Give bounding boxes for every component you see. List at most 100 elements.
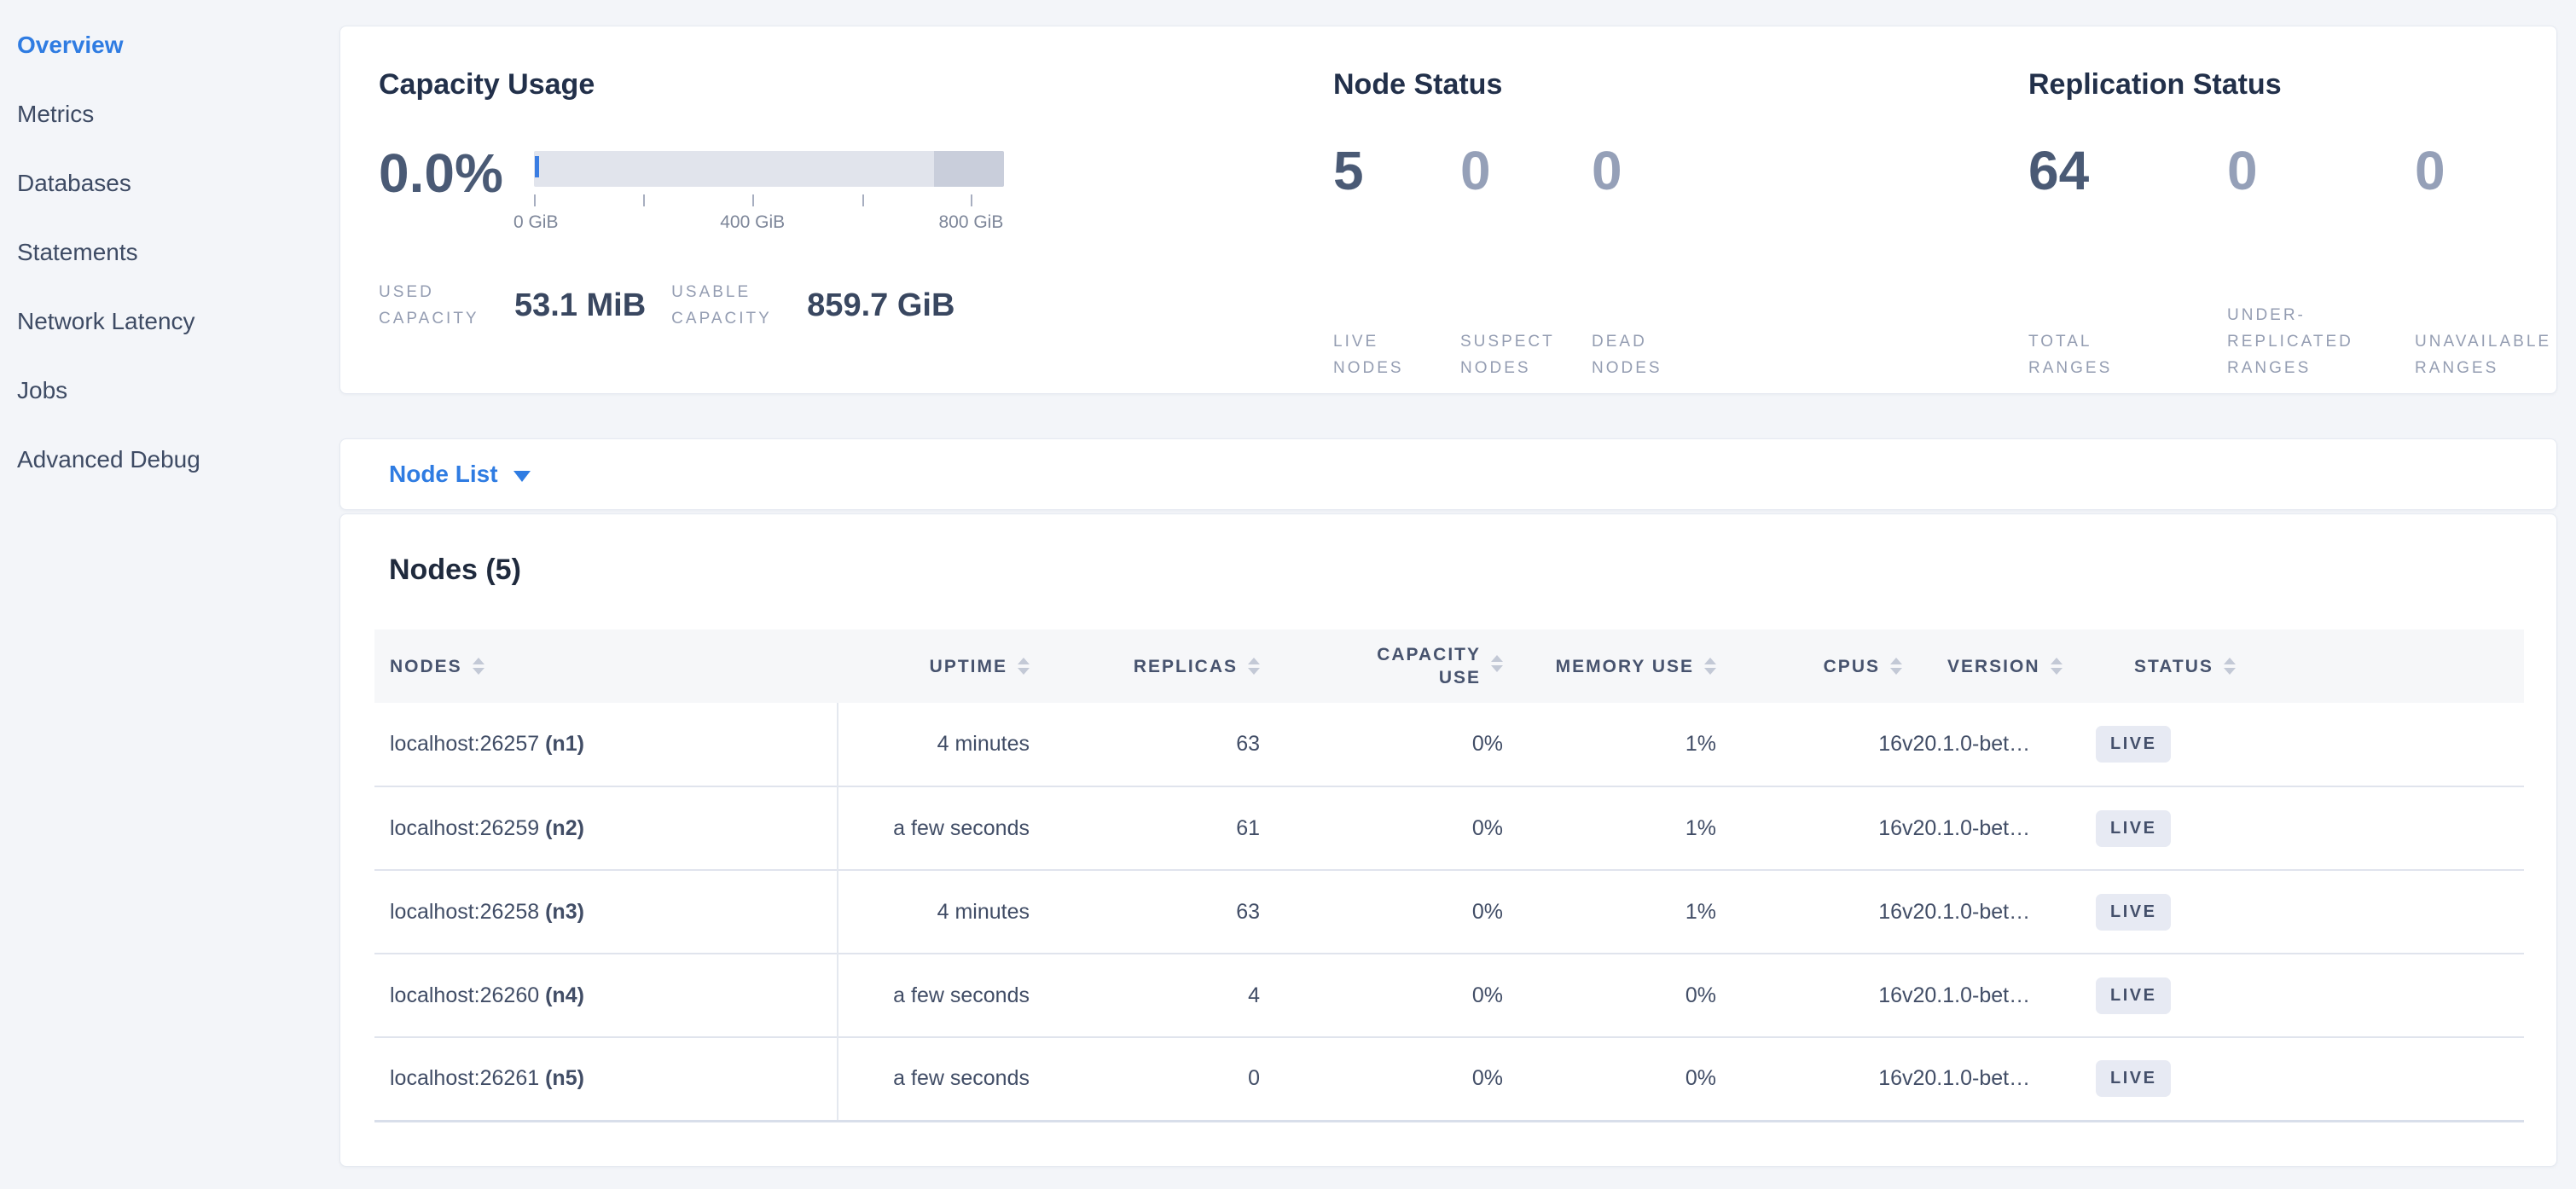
axis-tick-label-0: 0 GiB <box>513 212 559 233</box>
usable-capacity-label: USABLE CAPACITY <box>671 279 786 332</box>
sidebar: Overview Metrics Databases Statements Ne… <box>0 0 339 1189</box>
nodes-table: NODES UPTIME REPLICAS CAPACITY USE MEMOR <box>374 629 2524 1122</box>
column-header-memory-use[interactable]: MEMORY USE <box>1503 629 1716 703</box>
node-version: v20.1.0-bet… <box>1902 954 2096 1037</box>
axis-tick-label-400: 400 GiB <box>720 212 785 233</box>
node-list-dropdown[interactable]: Node List <box>389 461 531 488</box>
node-address: localhost:26259 <box>390 816 539 840</box>
capacity-bar-used-marker <box>535 156 539 177</box>
total-ranges-label: TOTAL RANGES <box>2028 328 2163 381</box>
live-nodes-stat: 5 LIVE NODES <box>1333 141 1457 381</box>
status-badge: LIVE <box>2096 810 2171 847</box>
column-header-status-label: STATUS <box>2134 655 2213 678</box>
node-version: v20.1.0-bet… <box>1902 703 2096 786</box>
node-memory-use: 0% <box>1503 1037 1716 1121</box>
column-header-memory-use-label: MEMORY USE <box>1556 655 1694 678</box>
capacity-bar <box>534 151 1004 187</box>
cluster-summary-card: Capacity Usage 0.0% <box>339 26 2557 394</box>
node-id: (n4) <box>545 983 584 1007</box>
under-replicated-ranges-stat: 0 UNDER-REPLICATED RANGES <box>2227 141 2415 381</box>
sidebar-item-advanced-debug[interactable]: Advanced Debug <box>0 425 339 494</box>
usable-capacity-value: 859.7 GiB <box>807 287 954 324</box>
sort-icon[interactable] <box>2051 658 2063 675</box>
node-list-dropdown-label: Node List <box>389 461 498 488</box>
sort-icon[interactable] <box>2224 658 2236 675</box>
node-address: localhost:26258 <box>390 900 539 924</box>
capacity-bar-usable-segment <box>534 151 934 187</box>
sort-icon[interactable] <box>1491 655 1503 672</box>
dead-nodes-label: DEAD NODES <box>1592 328 1694 381</box>
nodes-table-title: Nodes (5) <box>374 554 2522 587</box>
node-address: localhost:26257 <box>390 732 539 756</box>
sort-icon[interactable] <box>1248 658 1260 675</box>
node-replicas: 0 <box>1030 1037 1260 1121</box>
node-memory-use: 1% <box>1503 870 1716 954</box>
node-cpus: 16 <box>1716 954 1902 1037</box>
node-replicas: 63 <box>1030 703 1260 786</box>
used-capacity-value: 53.1 MiB <box>514 287 646 324</box>
table-row-node-5[interactable]: localhost:26261 (n5) a few seconds 0 0% … <box>374 1037 2524 1121</box>
node-capacity-use: 0% <box>1260 786 1503 870</box>
table-row-node-2[interactable]: localhost:26259 (n2) a few seconds 61 0%… <box>374 786 2524 870</box>
sort-icon[interactable] <box>1890 658 1902 675</box>
node-id: (n5) <box>545 1066 584 1090</box>
sidebar-item-databases[interactable]: Databases <box>0 148 339 218</box>
table-row-node-4[interactable]: localhost:26260 (n4) a few seconds 4 0% … <box>374 954 2524 1037</box>
sort-icon[interactable] <box>1704 658 1716 675</box>
capacity-used-percent: 0.0% <box>379 146 534 235</box>
sidebar-item-overview[interactable]: Overview <box>0 10 339 79</box>
column-header-cpus-label: CPUS <box>1824 655 1880 678</box>
sort-icon[interactable] <box>1018 658 1030 675</box>
suspect-nodes-label: SUSPECT NODES <box>1460 328 1563 381</box>
sidebar-item-metrics[interactable]: Metrics <box>0 79 339 148</box>
node-version: v20.1.0-bet… <box>1902 870 2096 954</box>
node-uptime: 4 minutes <box>838 703 1030 786</box>
used-capacity-stat: USED CAPACITY 53.1 MiB <box>379 279 646 332</box>
column-header-capacity-use[interactable]: CAPACITY USE <box>1260 629 1503 703</box>
sidebar-item-statements[interactable]: Statements <box>0 218 339 287</box>
table-row-node-3[interactable]: localhost:26258 (n3) 4 minutes 63 0% 1% … <box>374 870 2524 954</box>
node-cpus: 16 <box>1716 870 1902 954</box>
page: Overview Metrics Databases Statements Ne… <box>0 0 2576 1189</box>
sidebar-item-network-latency[interactable]: Network Latency <box>0 287 339 356</box>
table-row-node-1[interactable]: localhost:26257 (n1) 4 minutes 63 0% 1% … <box>374 703 2524 786</box>
unavailable-ranges-value: 0 <box>2415 141 2550 200</box>
total-ranges-stat: 64 TOTAL RANGES <box>2028 141 2227 381</box>
column-header-version-label: VERSION <box>1947 655 2040 678</box>
column-header-capacity-use-label: CAPACITY USE <box>1372 643 1481 689</box>
sidebar-item-jobs[interactable]: Jobs <box>0 356 339 425</box>
node-address: localhost:26261 <box>390 1066 539 1090</box>
column-header-cpus[interactable]: CPUS <box>1716 629 1902 703</box>
sort-icon[interactable] <box>473 658 484 675</box>
status-badge: LIVE <box>2096 894 2171 931</box>
suspect-nodes-stat: 0 SUSPECT NODES <box>1460 141 1588 381</box>
node-status-title: Node Status <box>1333 67 2028 102</box>
node-uptime: a few seconds <box>838 786 1030 870</box>
nodes-table-card: Nodes (5) NODES UPTIME RE <box>339 513 2557 1167</box>
used-capacity-label: USED CAPACITY <box>379 279 494 332</box>
node-memory-use: 1% <box>1503 786 1716 870</box>
capacity-bar-chart: 0 GiB 400 GiB 800 GiB <box>534 146 1004 235</box>
status-badge: LIVE <box>2096 1060 2171 1097</box>
chevron-down-icon <box>513 471 531 482</box>
capacity-usage-title: Capacity Usage <box>379 67 1333 102</box>
node-version: v20.1.0-bet… <box>1902 786 2096 870</box>
replication-status-title: Replication Status <box>2028 67 2550 102</box>
column-header-nodes-label: NODES <box>390 655 462 678</box>
view-selector-card: Node List <box>339 438 2557 510</box>
column-header-nodes[interactable]: NODES <box>374 629 838 703</box>
suspect-nodes-value: 0 <box>1460 141 1588 200</box>
live-nodes-label: LIVE NODES <box>1333 328 1436 381</box>
column-header-replicas[interactable]: REPLICAS <box>1030 629 1260 703</box>
usable-capacity-stat: USABLE CAPACITY 859.7 GiB <box>671 279 954 332</box>
column-header-uptime[interactable]: UPTIME <box>838 629 1030 703</box>
node-capacity-use: 0% <box>1260 1037 1503 1121</box>
table-header-row: NODES UPTIME REPLICAS CAPACITY USE MEMOR <box>374 629 2524 703</box>
node-memory-use: 0% <box>1503 954 1716 1037</box>
column-header-replicas-label: REPLICAS <box>1134 655 1238 678</box>
column-header-status[interactable]: STATUS <box>2096 629 2524 703</box>
unavailable-ranges-stat: 0 UNAVAILABLE RANGES <box>2415 141 2550 381</box>
node-id: (n1) <box>545 732 584 756</box>
axis-tick-label-800: 800 GiB <box>938 212 1003 233</box>
column-header-version[interactable]: VERSION <box>1902 629 2096 703</box>
